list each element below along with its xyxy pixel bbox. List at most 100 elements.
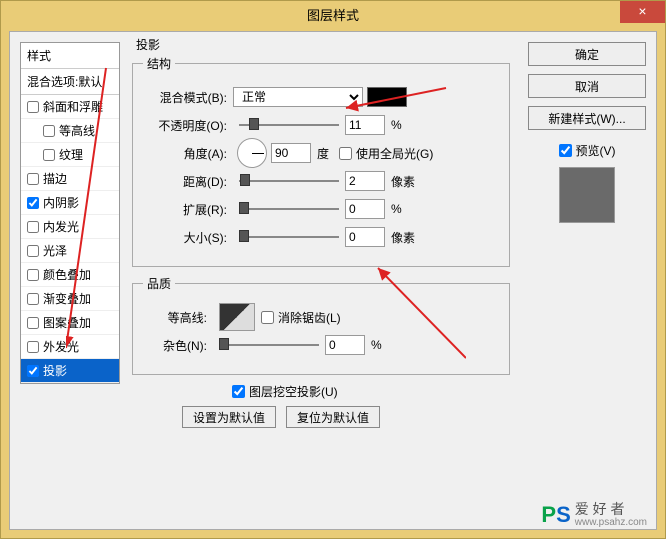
watermark-p: P [541, 502, 556, 527]
blend-mode-select[interactable]: 正常 [233, 87, 363, 107]
style-item-outer-glow[interactable]: 外发光 [21, 335, 119, 359]
noise-unit: % [371, 338, 382, 352]
opacity-unit: % [391, 118, 402, 132]
style-checkbox[interactable] [27, 197, 39, 209]
size-input[interactable] [345, 227, 385, 247]
opacity-label: 不透明度(O): [143, 117, 233, 134]
style-item-contour[interactable]: 等高线 [21, 119, 119, 143]
close-button[interactable]: × [620, 1, 665, 23]
style-label: 渐变叠加 [43, 290, 91, 307]
close-icon: × [638, 3, 646, 19]
angle-dial[interactable] [237, 138, 267, 168]
style-label: 图案叠加 [43, 314, 91, 331]
angle-unit: 度 [317, 145, 329, 162]
style-label: 投影 [43, 362, 67, 379]
noise-input[interactable] [325, 335, 365, 355]
style-label: 内阴影 [43, 194, 79, 211]
global-light-label: 使用全局光(G) [356, 145, 433, 162]
distance-label: 距离(D): [143, 173, 233, 190]
size-slider[interactable] [239, 230, 339, 244]
style-label: 外发光 [43, 338, 79, 355]
style-item-inner-glow[interactable]: 内发光 [21, 215, 119, 239]
preview-thumbnail [559, 167, 615, 223]
spread-slider[interactable] [239, 202, 339, 216]
style-checkbox[interactable] [27, 173, 39, 185]
dialog-content: 样式 混合选项:默认 斜面和浮雕 等高线 纹理 描边 内阴影 内发光 光泽 颜色… [9, 31, 657, 530]
size-label: 大小(S): [143, 229, 233, 246]
opacity-slider[interactable] [239, 118, 339, 132]
styles-header[interactable]: 样式 [21, 43, 119, 69]
style-label: 光泽 [43, 242, 67, 259]
spread-label: 扩展(R): [143, 201, 233, 218]
contour-picker[interactable] [219, 303, 255, 331]
style-item-color-overlay[interactable]: 颜色叠加 [21, 263, 119, 287]
style-label: 纹理 [59, 146, 83, 163]
right-column: 确定 取消 新建样式(W)... 预览(V) [528, 42, 646, 223]
style-checkbox[interactable] [27, 221, 39, 233]
style-item-drop-shadow[interactable]: 投影 [21, 359, 119, 383]
global-light-checkbox[interactable] [339, 147, 352, 160]
styles-list: 样式 混合选项:默认 斜面和浮雕 等高线 纹理 描边 内阴影 内发光 光泽 颜色… [20, 42, 120, 384]
style-label: 等高线 [59, 122, 95, 139]
style-item-satin[interactable]: 光泽 [21, 239, 119, 263]
knockout-checkbox[interactable] [232, 385, 245, 398]
noise-label: 杂色(N): [143, 337, 213, 354]
style-checkbox[interactable] [43, 149, 55, 161]
style-label: 内发光 [43, 218, 79, 235]
noise-slider[interactable] [219, 338, 319, 352]
style-label: 颜色叠加 [43, 266, 91, 283]
distance-input[interactable] [345, 171, 385, 191]
dialog-title: 图层样式 [307, 8, 359, 23]
spread-input[interactable] [345, 199, 385, 219]
style-checkbox[interactable] [43, 125, 55, 137]
spread-unit: % [391, 202, 402, 216]
opacity-input[interactable] [345, 115, 385, 135]
style-item-stroke[interactable]: 描边 [21, 167, 119, 191]
preview-label: 预览(V) [576, 142, 616, 159]
style-checkbox[interactable] [27, 365, 39, 377]
main-panel: 投影 结构 混合模式(B): 正常 不透明度(O): % 角度(A): [132, 36, 510, 428]
watermark-text: 爱 好 者 [575, 502, 647, 517]
watermark: PS 爱 好 者 www.psahz.com [541, 502, 647, 528]
quality-group: 品质 等高线: 消除锯齿(L) 杂色(N): % [132, 275, 510, 375]
watermark-url: www.psahz.com [575, 517, 647, 528]
antialias-checkbox[interactable] [261, 311, 274, 324]
style-checkbox[interactable] [27, 341, 39, 353]
blend-mode-label: 混合模式(B): [143, 89, 233, 106]
style-checkbox[interactable] [27, 245, 39, 257]
preview-checkbox[interactable] [559, 144, 572, 157]
knockout-label: 图层挖空投影(U) [249, 383, 338, 400]
style-checkbox[interactable] [27, 317, 39, 329]
distance-slider[interactable] [239, 174, 339, 188]
style-item-texture[interactable]: 纹理 [21, 143, 119, 167]
ok-button[interactable]: 确定 [528, 42, 646, 66]
style-label: 斜面和浮雕 [43, 98, 103, 115]
antialias-label: 消除锯齿(L) [278, 309, 341, 326]
group-title: 投影 [132, 36, 510, 53]
size-unit: 像素 [391, 229, 415, 246]
angle-input[interactable] [271, 143, 311, 163]
shadow-color-swatch[interactable] [367, 87, 407, 107]
structure-group: 结构 混合模式(B): 正常 不透明度(O): % 角度(A): 度 [132, 55, 510, 267]
structure-legend: 结构 [143, 55, 175, 72]
cancel-button[interactable]: 取消 [528, 74, 646, 98]
style-label: 描边 [43, 170, 67, 187]
style-item-inner-shadow[interactable]: 内阴影 [21, 191, 119, 215]
new-style-button[interactable]: 新建样式(W)... [528, 106, 646, 130]
style-checkbox[interactable] [27, 293, 39, 305]
style-item-gradient-overlay[interactable]: 渐变叠加 [21, 287, 119, 311]
reset-default-button[interactable]: 复位为默认值 [286, 406, 380, 428]
watermark-s: S [556, 502, 571, 527]
style-item-bevel[interactable]: 斜面和浮雕 [21, 95, 119, 119]
quality-legend: 品质 [143, 275, 175, 292]
style-checkbox[interactable] [27, 269, 39, 281]
dialog-window: 图层样式 × 样式 混合选项:默认 斜面和浮雕 等高线 纹理 描边 内阴影 内发… [0, 0, 666, 539]
set-default-button[interactable]: 设置为默认值 [182, 406, 276, 428]
contour-label: 等高线: [143, 309, 213, 326]
title-bar: 图层样式 × [1, 1, 665, 31]
style-checkbox[interactable] [27, 101, 39, 113]
distance-unit: 像素 [391, 173, 415, 190]
style-item-pattern-overlay[interactable]: 图案叠加 [21, 311, 119, 335]
blending-options-default[interactable]: 混合选项:默认 [21, 69, 119, 95]
angle-label: 角度(A): [143, 145, 233, 162]
